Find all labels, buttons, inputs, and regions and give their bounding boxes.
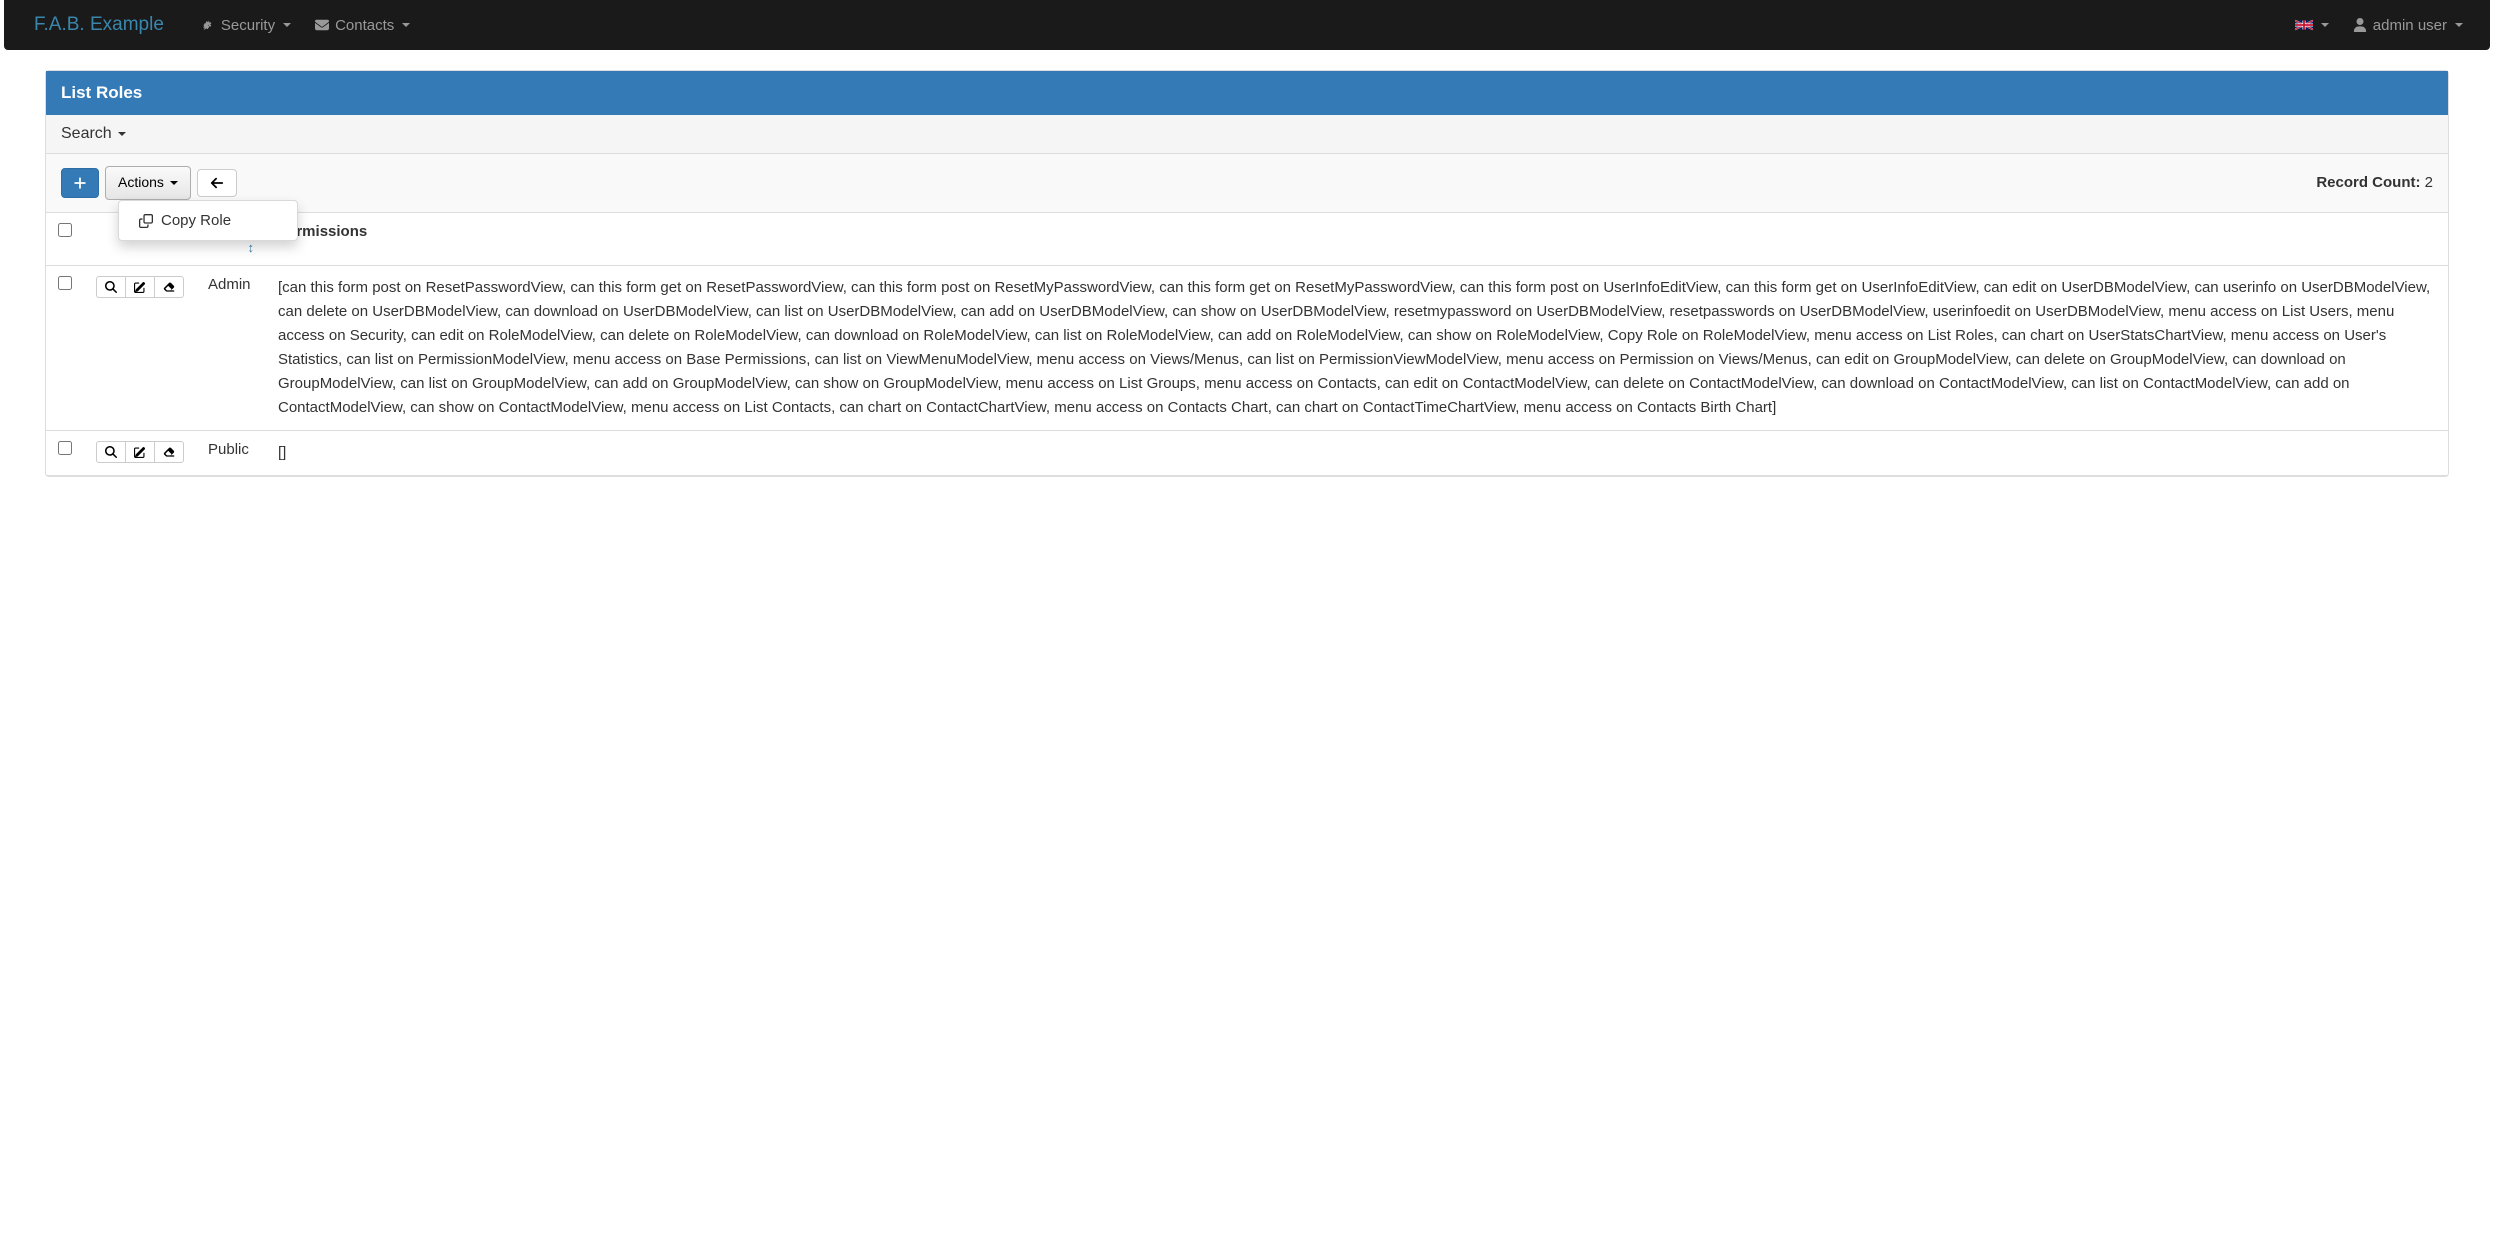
search-toggle[interactable]: Search: [46, 115, 2448, 154]
gears-icon: [201, 18, 215, 32]
nav-user[interactable]: admin user: [2341, 2, 2475, 49]
delete-button[interactable]: [154, 276, 184, 298]
show-button[interactable]: [96, 441, 125, 463]
select-all-checkbox[interactable]: [58, 223, 72, 237]
caret-icon: [2321, 23, 2329, 27]
caret-icon: [402, 23, 410, 27]
record-count: Record Count: 2: [2316, 174, 2433, 191]
caret-icon: [2455, 23, 2463, 27]
show-button[interactable]: [96, 276, 125, 298]
search-icon: [105, 446, 117, 458]
uk-flag-icon: [2295, 19, 2313, 31]
table-row: Public []: [46, 430, 2448, 475]
copy-icon: [139, 214, 153, 228]
row-checkbox[interactable]: [58, 441, 72, 455]
envelope-icon: [315, 18, 329, 32]
search-label: Search: [61, 125, 112, 143]
eraser-icon: [163, 281, 175, 293]
record-count-label: Record Count:: [2316, 174, 2420, 191]
search-icon: [105, 281, 117, 293]
actions-label: Actions: [118, 173, 164, 193]
back-button[interactable]: [197, 169, 237, 197]
nav-language[interactable]: [2283, 2, 2341, 49]
copy-role-action[interactable]: Copy Role: [119, 206, 297, 235]
panel-title: List Roles: [46, 71, 2448, 115]
record-count-value: 2: [2425, 174, 2433, 191]
nav-security[interactable]: Security: [189, 2, 303, 49]
caret-icon: [170, 181, 178, 185]
copy-role-label: Copy Role: [161, 212, 231, 229]
add-button[interactable]: [61, 168, 99, 198]
nav-contacts[interactable]: Contacts: [303, 2, 422, 49]
table-row: Admin [can this form post on ResetPasswo…: [46, 265, 2448, 430]
edit-button[interactable]: [125, 441, 154, 463]
brand-link[interactable]: F.A.B. Example: [19, 0, 179, 51]
cell-permissions: []: [266, 430, 2448, 475]
cell-name: Admin: [196, 265, 266, 430]
sort-both-icon: ↕: [208, 240, 254, 255]
edit-icon: [134, 281, 146, 293]
arrow-left-icon: [210, 176, 224, 190]
delete-button[interactable]: [154, 441, 184, 463]
caret-icon: [283, 23, 291, 27]
column-header-permissions: Permissions: [266, 212, 2448, 265]
edit-button[interactable]: [125, 276, 154, 298]
plus-icon: [73, 176, 87, 190]
nav-security-label: Security: [221, 17, 275, 34]
toolbar: Actions Copy Role Record Count: 2: [46, 154, 2448, 212]
cell-permissions: [can this form post on ResetPasswordView…: [266, 265, 2448, 430]
actions-button[interactable]: Actions: [105, 166, 191, 200]
actions-dropdown: Copy Role: [118, 200, 298, 241]
roles-table: Name ↕ Permissions Ad: [46, 212, 2448, 476]
eraser-icon: [163, 446, 175, 458]
cell-name: Public: [196, 430, 266, 475]
navbar: F.A.B. Example Security Contacts: [4, 0, 2490, 50]
nav-contacts-label: Contacts: [335, 17, 394, 34]
row-checkbox[interactable]: [58, 276, 72, 290]
roles-panel: List Roles Search Actions: [45, 70, 2449, 477]
user-icon: [2353, 18, 2367, 32]
caret-icon: [118, 132, 126, 136]
nav-user-label: admin user: [2373, 17, 2447, 34]
edit-icon: [134, 446, 146, 458]
